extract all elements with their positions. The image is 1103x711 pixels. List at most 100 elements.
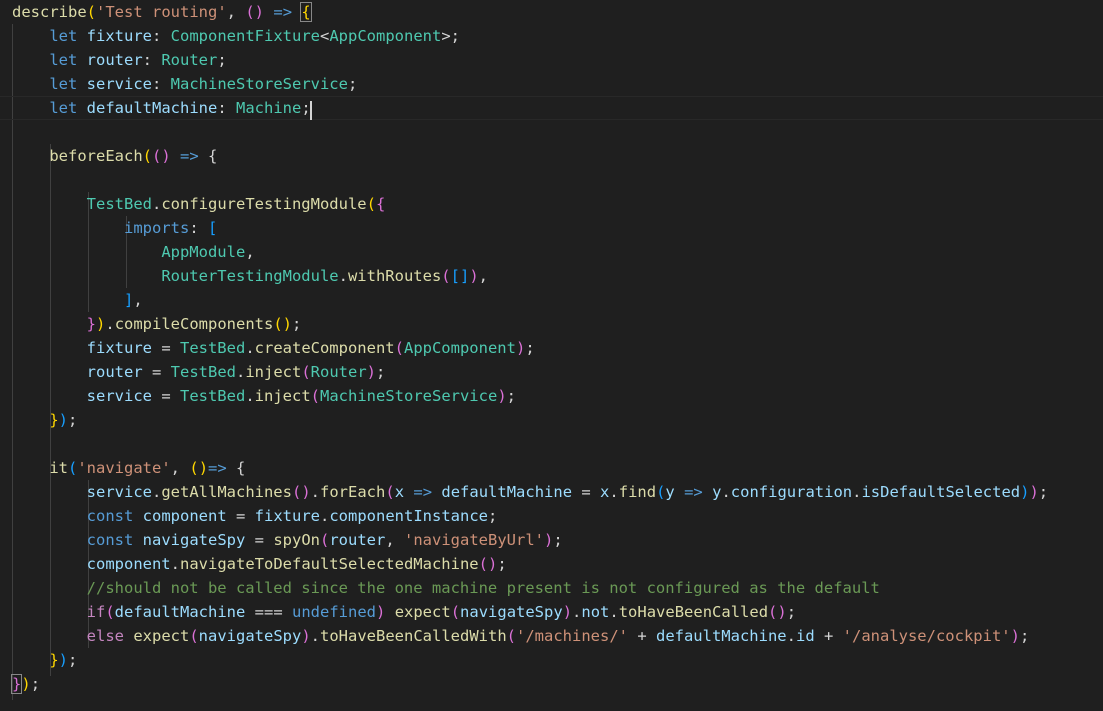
code-line[interactable] — [0, 168, 1103, 192]
code-line[interactable]: const navigateSpy = spyOn(router, 'navig… — [0, 528, 1103, 552]
code-token: ) — [1029, 483, 1039, 501]
code-token: describe — [12, 3, 87, 21]
code-token: compileComponents — [114, 315, 274, 333]
code-token: ) — [497, 387, 507, 405]
code-token: . — [235, 363, 246, 381]
code-token: inject — [245, 363, 302, 381]
code-line[interactable]: }).compileComponents(); — [0, 312, 1103, 336]
code-token: { — [236, 459, 246, 477]
code-token: componentInstance — [329, 507, 488, 525]
code-token: fixture — [86, 27, 152, 45]
code-token: . — [310, 627, 321, 645]
code-token: AppComponent — [329, 27, 442, 45]
code-line[interactable]: TestBed.configureTestingModule({ — [0, 192, 1103, 216]
code-token: { — [375, 195, 386, 213]
code-line[interactable]: component.navigateToDefaultSelectedMachi… — [0, 552, 1103, 576]
code-token: = — [226, 507, 255, 525]
code-token: : — [152, 75, 171, 93]
code-token: ) — [544, 531, 554, 549]
code-line[interactable]: let router: Router; — [0, 48, 1103, 72]
code-line[interactable]: //should not be called since the one mac… — [0, 576, 1103, 600]
code-token: withRoutes — [347, 267, 442, 285]
code-content[interactable]: describe('Test routing', () => { let fix… — [0, 0, 1103, 711]
code-token: MachineStoreService — [170, 75, 348, 93]
code-line[interactable]: service = TestBed.inject(MachineStoreSer… — [0, 384, 1103, 408]
code-token: ComponentFixture — [170, 27, 320, 45]
bracket-match-highlight: { — [300, 2, 312, 22]
code-token: '/machines/' — [516, 627, 628, 645]
code-token: service — [86, 75, 152, 93]
code-token: , — [478, 267, 489, 285]
code-token: . — [151, 195, 162, 213]
bracket-match-highlight: } — [10, 674, 23, 694]
code-token: id — [795, 627, 815, 645]
code-line[interactable]: AppModule, — [0, 240, 1103, 264]
code-line[interactable] — [0, 120, 1103, 144]
code-token: ( — [301, 363, 311, 381]
code-line[interactable]: else expect(navigateSpy).toHaveBeenCalle… — [0, 624, 1103, 648]
code-line[interactable]: fixture = TestBed.createComponent(AppCom… — [0, 336, 1103, 360]
code-line[interactable]: beforeEach(() => { — [0, 144, 1103, 168]
code-token: ( — [189, 627, 199, 645]
code-line[interactable]: }); — [0, 648, 1103, 672]
code-token: router — [86, 51, 143, 69]
code-token: ( — [478, 555, 488, 573]
code-token: imports — [123, 219, 190, 237]
code-token: ( — [245, 3, 255, 21]
code-token: router — [86, 363, 143, 381]
code-token: . — [609, 483, 619, 501]
code-token: defaultMachine — [114, 603, 246, 621]
code-token: { — [208, 147, 218, 165]
code-token: === — [245, 603, 292, 621]
code-line[interactable]: }); — [0, 672, 1103, 696]
code-line[interactable]: describe('Test routing', () => { — [0, 0, 1103, 24]
code-token: ; — [1019, 627, 1030, 645]
code-editor[interactable]: describe('Test routing', () => { let fix… — [0, 0, 1103, 711]
code-line[interactable]: if(defaultMachine === undefined) expect(… — [0, 600, 1103, 624]
code-token: ( — [310, 387, 320, 405]
code-token: ( — [656, 483, 666, 501]
code-token: let — [49, 27, 78, 45]
code-line[interactable]: service.getAllMachines().forEach(x => de… — [0, 480, 1103, 504]
code-token: //should not be called since the one mac… — [86, 579, 880, 597]
code-token: . — [245, 387, 255, 405]
code-line[interactable]: RouterTestingModule.withRoutes([]), — [0, 264, 1103, 288]
code-line[interactable]: let fixture: ComponentFixture<AppCompone… — [0, 24, 1103, 48]
code-token: inject — [254, 387, 311, 405]
code-line[interactable]: let service: MachineStoreService; — [0, 72, 1103, 96]
code-token: . — [609, 603, 619, 621]
code-token: TestBed — [179, 339, 246, 357]
code-token: ; — [68, 651, 78, 669]
code-line[interactable]: router = TestBed.inject(Router); — [0, 360, 1103, 384]
code-token: : — [152, 27, 171, 45]
code-line[interactable] — [0, 432, 1103, 456]
code-token: ; — [347, 75, 358, 93]
code-token: , — [385, 531, 405, 549]
code-line[interactable]: }); — [0, 408, 1103, 432]
code-token: => — [180, 147, 199, 165]
code-token: } — [49, 651, 59, 669]
code-line[interactable]: let defaultMachine: Machine; — [0, 96, 1103, 120]
code-token: . — [310, 483, 321, 501]
code-line[interactable]: imports: [ — [0, 216, 1103, 240]
code-token: isDefaultSelected — [861, 483, 1021, 501]
code-line[interactable]: const component = fixture.componentInsta… — [0, 504, 1103, 528]
code-token: = — [245, 531, 274, 549]
code-token: => — [273, 3, 293, 21]
code-line[interactable]: ], — [0, 288, 1103, 312]
code-line[interactable]: it('navigate', ()=> { — [0, 456, 1103, 480]
